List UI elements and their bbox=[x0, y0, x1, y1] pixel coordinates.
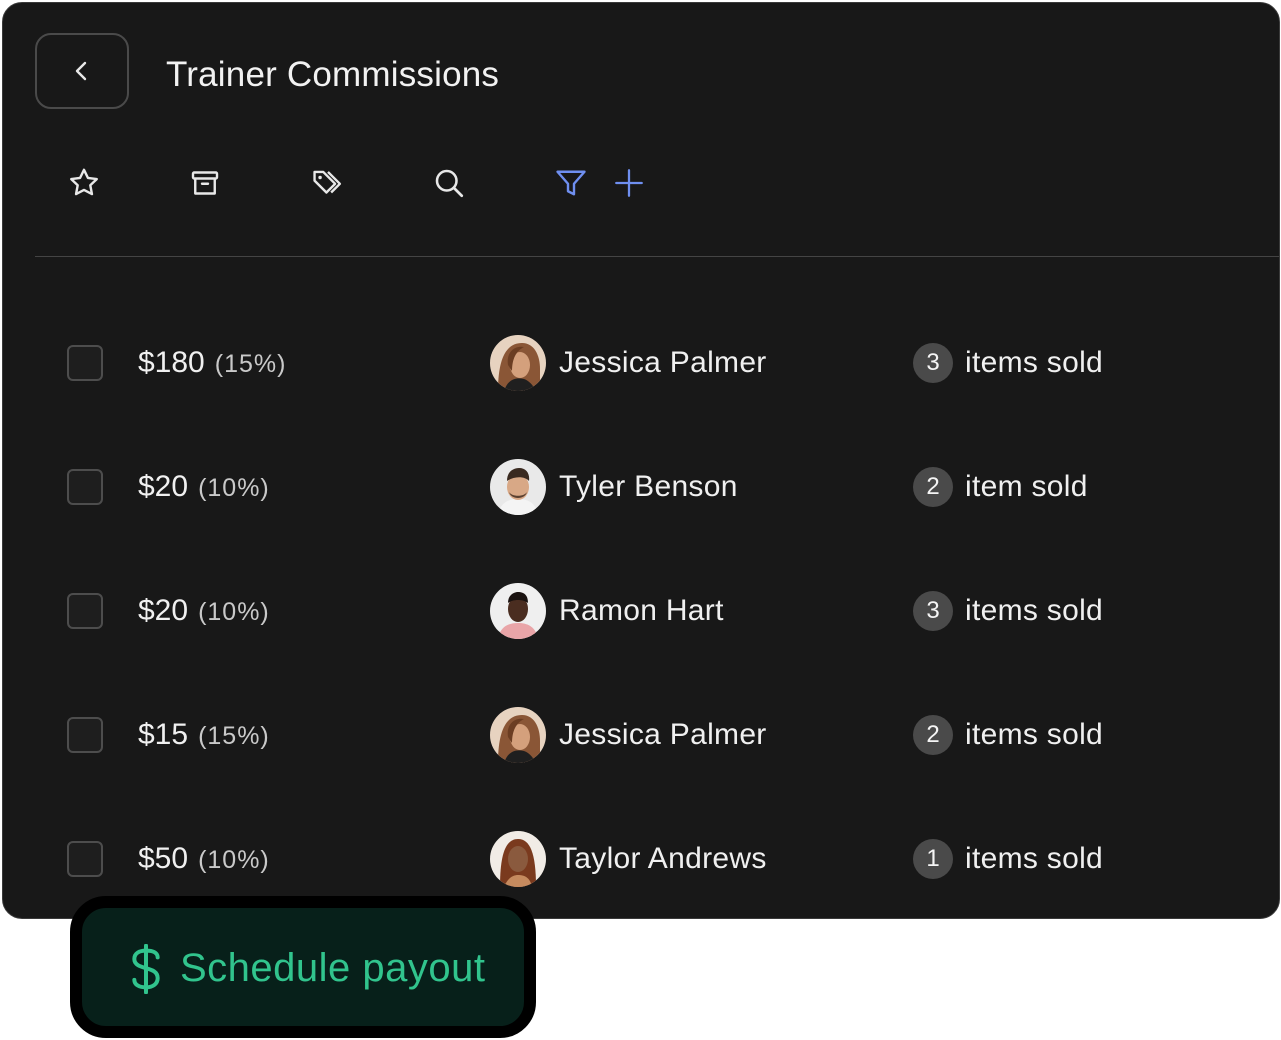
trainer-name: Taylor Andrews bbox=[559, 842, 767, 875]
back-button[interactable] bbox=[35, 33, 129, 109]
commission-row: $20 (10%) Tyler Benson 2 item sold bbox=[3, 457, 1279, 517]
avatar bbox=[490, 583, 546, 639]
items-sold-label: items sold bbox=[965, 842, 1104, 875]
amount-value: $20 bbox=[138, 470, 189, 503]
commission-percent: (15%) bbox=[198, 722, 270, 750]
search-button[interactable] bbox=[429, 163, 469, 203]
items-count-badge: 2 bbox=[913, 715, 953, 755]
commission-row: $50 (10%) Taylor Andrews 1 items sold bbox=[3, 829, 1279, 889]
items-count-badge: 2 bbox=[913, 467, 953, 507]
commission-amount: $15 (15%) bbox=[138, 717, 270, 754]
trainer-name: Jessica Palmer bbox=[559, 346, 767, 379]
commission-amount: $50 (10%) bbox=[138, 841, 270, 878]
avatar bbox=[490, 335, 546, 391]
filter-button[interactable] bbox=[551, 163, 591, 203]
avatar bbox=[490, 707, 546, 763]
amount-value: $15 bbox=[138, 718, 189, 751]
commission-row: $20 (10%) Ramon Hart 3 items sold bbox=[3, 581, 1279, 641]
commission-amount: $20 (10%) bbox=[138, 469, 270, 506]
search-icon bbox=[435, 169, 464, 198]
row-checkbox[interactable] bbox=[67, 717, 103, 753]
commission-percent: (10%) bbox=[198, 598, 270, 626]
filter-icon bbox=[556, 170, 586, 196]
amount-value: $20 bbox=[138, 594, 189, 627]
row-checkbox[interactable] bbox=[67, 593, 103, 629]
trainer-name: Jessica Palmer bbox=[559, 718, 767, 751]
items-sold-label: item sold bbox=[965, 470, 1088, 503]
row-checkbox[interactable] bbox=[67, 345, 103, 381]
favorites-button[interactable] bbox=[64, 163, 104, 203]
schedule-payout-label: Schedule payout bbox=[180, 946, 486, 990]
commissions-panel: Trainer Commissions $180 (15%) Jessica P… bbox=[2, 2, 1280, 919]
row-checkbox[interactable] bbox=[67, 469, 103, 505]
chevron-left-icon bbox=[75, 61, 87, 81]
commission-percent: (10%) bbox=[198, 474, 270, 502]
tags-button[interactable] bbox=[308, 163, 348, 203]
plus-icon bbox=[615, 169, 643, 197]
star-icon bbox=[70, 168, 98, 196]
commission-amount: $20 (10%) bbox=[138, 593, 270, 630]
avatar bbox=[490, 831, 546, 887]
archive-button[interactable] bbox=[185, 163, 225, 203]
commission-percent: (15%) bbox=[214, 350, 287, 378]
amount-value: $50 bbox=[138, 842, 189, 875]
header-divider bbox=[35, 256, 1279, 257]
schedule-payout-button[interactable]: Schedule payout bbox=[70, 896, 536, 1038]
commission-row: $180 (15%) Jessica Palmer 3 items sold bbox=[3, 333, 1279, 393]
trainer-name: Tyler Benson bbox=[559, 470, 738, 503]
items-sold-label: items sold bbox=[965, 346, 1104, 379]
commission-percent: (10%) bbox=[198, 846, 270, 874]
avatar bbox=[490, 459, 546, 515]
amount-value: $180 bbox=[138, 346, 205, 379]
commission-row: $15 (15%) Jessica Palmer 2 items sold bbox=[3, 705, 1279, 765]
dollar-icon bbox=[132, 944, 160, 994]
items-count-badge: 3 bbox=[913, 591, 953, 631]
items-count-badge: 3 bbox=[913, 343, 953, 383]
items-count-badge: 1 bbox=[913, 839, 953, 879]
commission-amount: $180 (15%) bbox=[138, 345, 286, 382]
add-filter-button[interactable] bbox=[609, 163, 649, 203]
row-checkbox[interactable] bbox=[67, 841, 103, 877]
tags-icon bbox=[313, 170, 342, 194]
trainer-name: Ramon Hart bbox=[559, 594, 724, 627]
archive-icon bbox=[191, 171, 219, 195]
items-sold-label: items sold bbox=[965, 594, 1104, 627]
page-title: Trainer Commissions bbox=[166, 55, 500, 94]
items-sold-label: items sold bbox=[965, 718, 1104, 751]
